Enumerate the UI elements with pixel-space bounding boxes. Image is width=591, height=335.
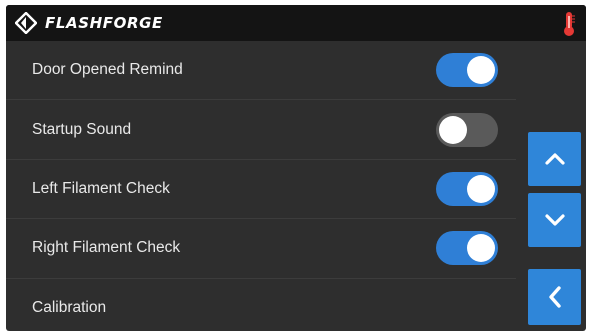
setting-label: Startup Sound (32, 120, 132, 138)
top-bar: FLASHFORGE (6, 5, 586, 41)
setting-label: Calibration (32, 299, 107, 317)
brand-name: FLASHFORGE (45, 14, 163, 32)
toggle-knob (467, 174, 495, 203)
setting-row-left-filament-check[interactable]: Left Filament Check (6, 160, 516, 220)
chevron-left-icon (548, 286, 561, 308)
setting-label: Right Filament Check (32, 239, 181, 257)
thermometer-icon[interactable] (562, 11, 576, 37)
toggle-knob (439, 115, 467, 144)
back-button[interactable] (528, 269, 581, 325)
door-opened-remind-toggle[interactable] (436, 53, 498, 88)
toggle-knob (467, 234, 495, 263)
startup-sound-toggle[interactable] (436, 112, 498, 147)
flashforge-logo-icon (15, 12, 37, 34)
setting-label: Left Filament Check (32, 179, 170, 197)
settings-list: Door Opened Remind Startup Sound Left Fi… (6, 41, 516, 331)
setting-label: Door Opened Remind (32, 61, 183, 79)
setting-row-calibration[interactable]: Calibration (6, 279, 516, 331)
brand-logo: FLASHFORGE (15, 11, 163, 35)
setting-row-right-filament-check[interactable]: Right Filament Check (6, 219, 516, 279)
chevron-up-icon (544, 153, 565, 165)
chevron-down-icon (544, 214, 565, 226)
scroll-up-button[interactable] (528, 132, 581, 186)
setting-row-startup-sound[interactable]: Startup Sound (6, 100, 516, 160)
printer-screen: FLASHFORGE Door Opened Remind Startup So… (6, 5, 586, 331)
toggle-knob (467, 56, 495, 85)
left-filament-check-toggle[interactable] (436, 171, 498, 206)
scroll-down-button[interactable] (528, 193, 581, 247)
right-filament-check-toggle[interactable] (436, 231, 498, 266)
setting-row-door-opened-remind[interactable]: Door Opened Remind (6, 41, 516, 101)
